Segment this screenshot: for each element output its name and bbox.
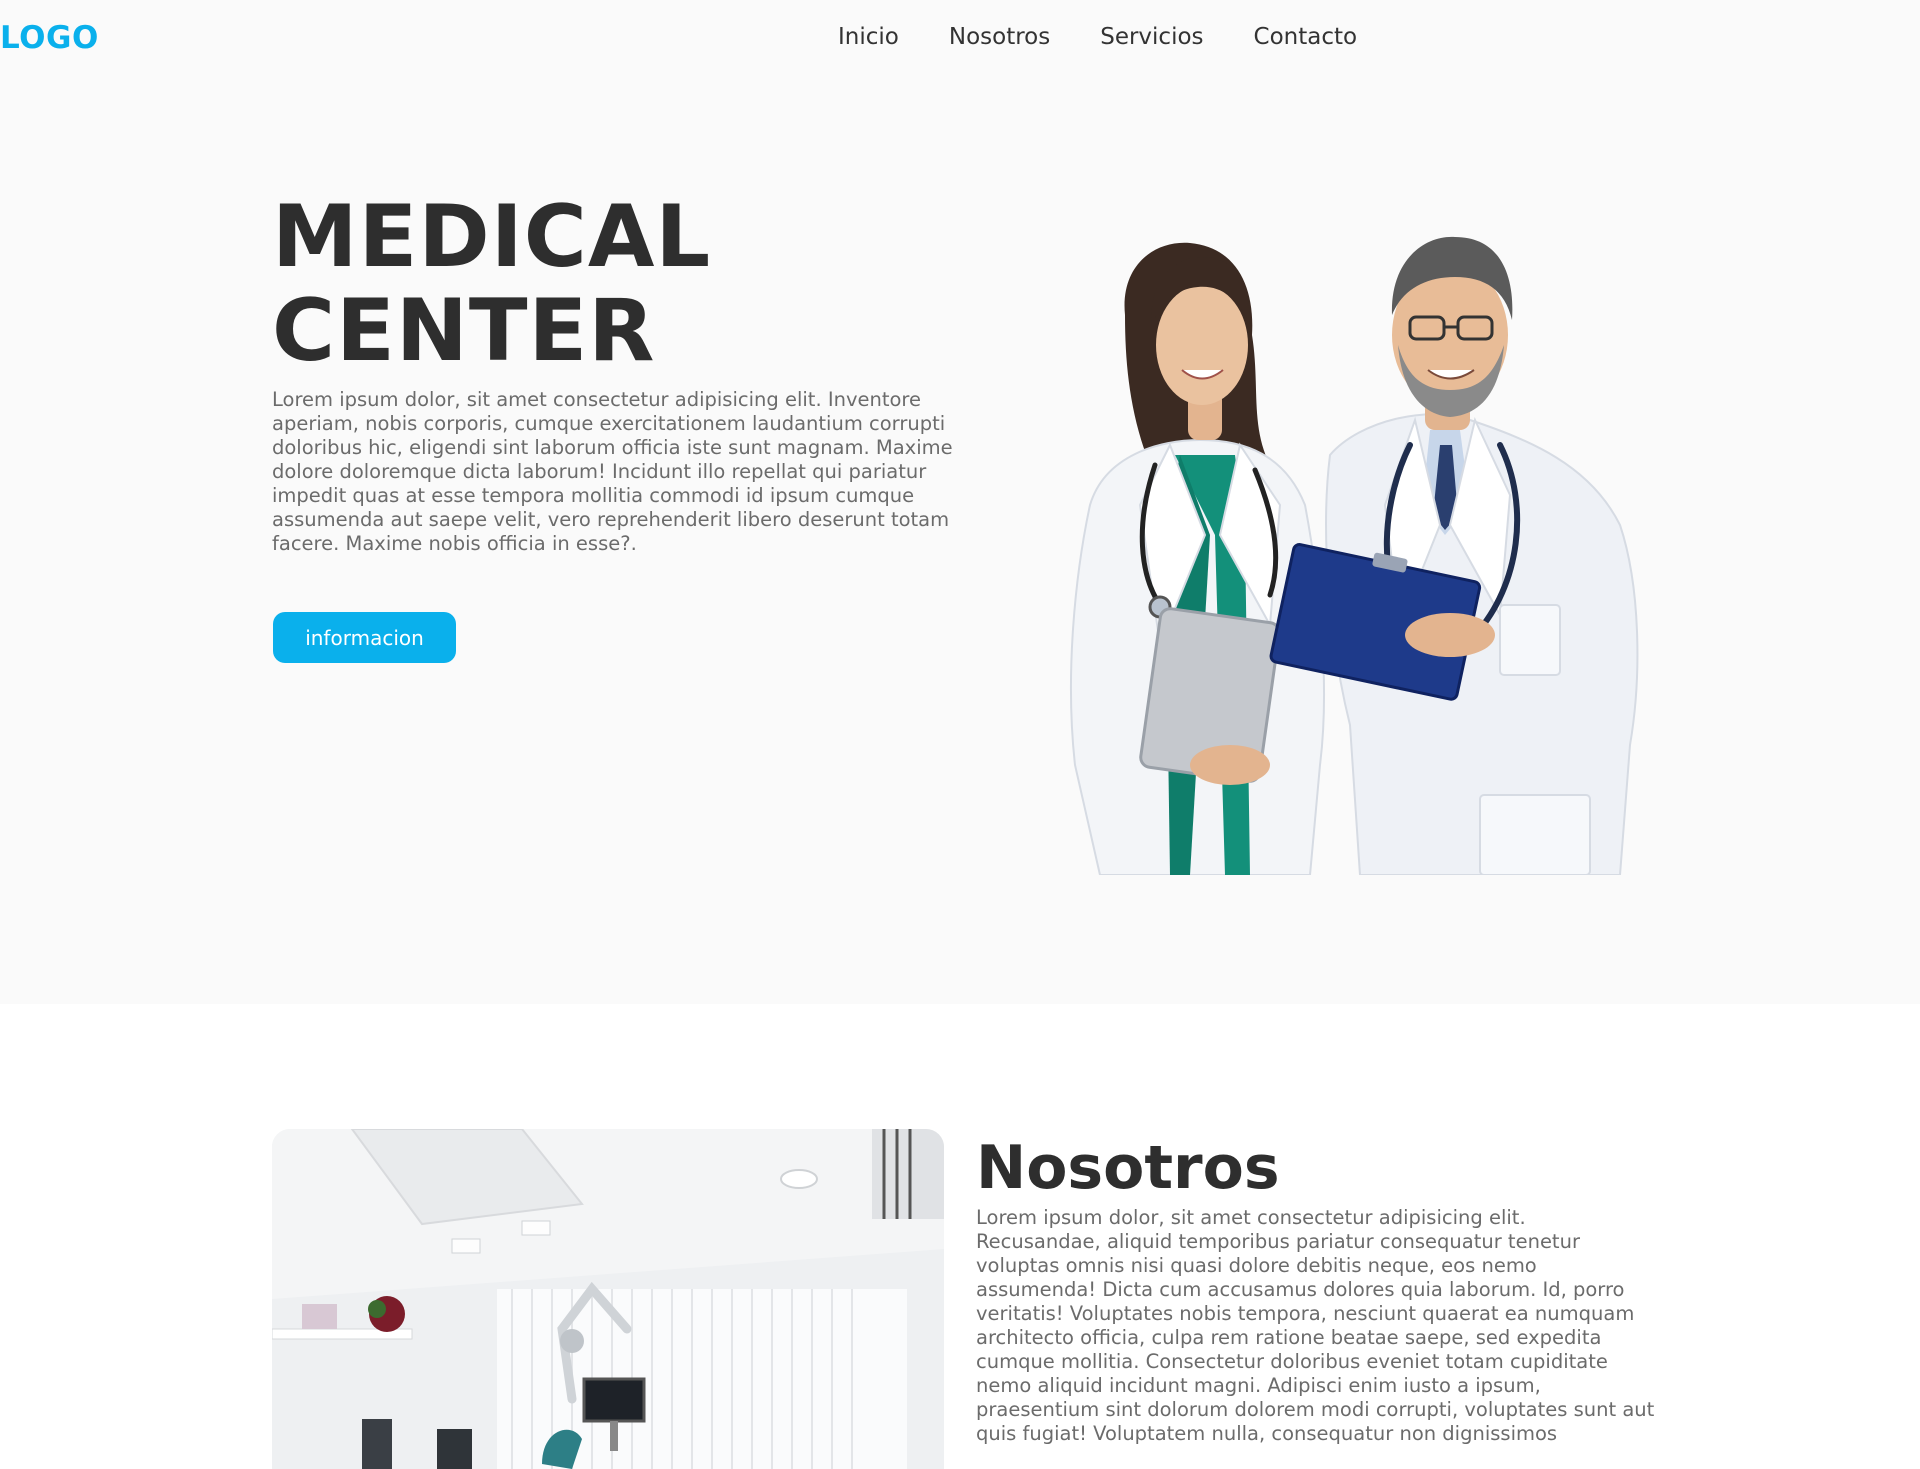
hero-title-line-2: CENTER: [272, 281, 656, 381]
nav-link-nosotros[interactable]: Nosotros: [949, 24, 1050, 50]
nav-link-contacto[interactable]: Contacto: [1254, 24, 1358, 50]
nav-link-inicio[interactable]: Inicio: [838, 24, 899, 50]
female-doctor-figure: [1069, 242, 1326, 875]
clinic-room-image: [272, 1129, 944, 1469]
about-description: Lorem ipsum dolor, sit amet consectetur …: [976, 1206, 1655, 1445]
hero-description: Lorem ipsum dolor, sit amet consectetur …: [272, 388, 953, 555]
doctors-image: [1069, 236, 1639, 875]
site-header: LOGO Inicio Nosotros Servicios Contacto: [0, 0, 1920, 80]
hero-section: MEDICAL CENTER Lorem ipsum dolor, sit am…: [0, 80, 1920, 1004]
about-title: Nosotros: [976, 1133, 1280, 1203]
male-doctor-figure: [1325, 236, 1639, 875]
nav-link-servicios[interactable]: Servicios: [1100, 24, 1203, 50]
hero-title: MEDICAL CENTER: [272, 190, 972, 378]
about-section: Nosotros Lorem ipsum dolor, sit amet con…: [0, 1004, 1920, 1469]
site-logo[interactable]: LOGO: [0, 20, 99, 56]
hero-title-line-1: MEDICAL: [272, 187, 712, 287]
informacion-button[interactable]: informacion: [273, 612, 456, 663]
main-nav: Inicio Nosotros Servicios Contacto: [838, 24, 1357, 50]
